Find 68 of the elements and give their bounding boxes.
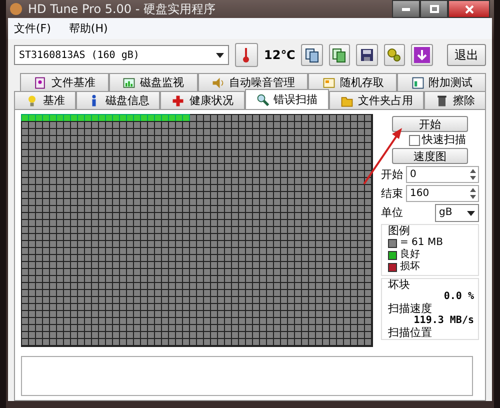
maximize-button[interactable]: [420, 0, 448, 18]
minimize-icon: [402, 8, 410, 10]
temperature-button[interactable]: [234, 43, 258, 67]
toolbar-icon: [304, 47, 320, 63]
spin-arrows-icon: [468, 168, 478, 181]
toolbar-icon: [414, 47, 430, 63]
tab[interactable]: 自动噪音管理: [198, 73, 308, 91]
speed-map-button[interactable]: 速度图: [392, 148, 468, 164]
toolbar-icon: [386, 47, 402, 63]
start-button[interactable]: 开始: [392, 116, 468, 132]
tab[interactable]: 擦除: [424, 91, 486, 109]
caret-icon: [467, 210, 475, 216]
unit-dropdown[interactable]: gB: [435, 204, 479, 222]
tab[interactable]: 基准: [14, 91, 76, 109]
legend-title: 图例: [388, 225, 411, 237]
close-icon: [464, 4, 474, 14]
tab[interactable]: 文件基准: [20, 73, 109, 91]
checkbox-label: 快速扫描: [422, 134, 466, 146]
window-title: HD Tune Pro 5.00 - 硬盘实用程序: [28, 0, 217, 18]
spin-arrows-icon: [468, 187, 478, 200]
close-button[interactable]: [448, 0, 490, 18]
maximize-icon: [430, 5, 438, 13]
field-label: 单位: [381, 207, 403, 219]
tab-icon: [33, 76, 48, 90]
tab[interactable]: 附加测试: [397, 73, 486, 91]
block-swatch-icon: [388, 238, 397, 248]
temperature-reading: 12℃: [264, 48, 296, 62]
tab-icon: [171, 94, 186, 108]
field-label: 开始: [381, 168, 403, 180]
checkbox[interactable]: [409, 134, 420, 146]
stat-label: 扫描速度: [388, 303, 433, 315]
tab-icon: [434, 94, 449, 108]
field-label: 结束: [381, 188, 403, 200]
tab-icon: [256, 92, 270, 106]
stat-label: 坏块: [388, 279, 411, 291]
tab-icon: [122, 76, 136, 90]
spin-field[interactable]: 160: [406, 185, 479, 202]
menu-item[interactable]: 文件(F): [14, 21, 51, 36]
tab[interactable]: 文件夹占用: [328, 91, 424, 109]
tab-icon: [210, 76, 225, 90]
legend-label: 损坏: [400, 261, 420, 273]
tab[interactable]: 健康状况: [160, 91, 245, 109]
tab[interactable]: 磁盘监视: [108, 73, 198, 91]
app-icon: [10, 3, 22, 15]
legend-label: 良好: [400, 249, 420, 261]
stat-label: 扫描位置: [388, 327, 433, 339]
tab[interactable]: 随机存取: [308, 73, 398, 91]
block-size-label: = 61 MB: [400, 237, 443, 248]
toolbar-icon: [331, 47, 348, 63]
toolbar-button[interactable]: [356, 44, 378, 66]
toolbar-button[interactable]: [411, 44, 433, 66]
tab-icon: [410, 76, 425, 90]
exit-button[interactable]: 退出: [446, 44, 486, 66]
stat-value: 119.3 MB/s: [414, 315, 474, 327]
drive-dropdown[interactable]: ST3160813AS (160 gB): [14, 45, 229, 65]
toolbar-button[interactable]: [328, 44, 350, 66]
tab-icon: [322, 76, 336, 90]
tab[interactable]: 磁盘信息: [76, 91, 160, 109]
toolbar-icon: [358, 47, 375, 63]
stat-value: 0.0 %: [444, 291, 474, 303]
tab[interactable]: 错误扫描: [244, 89, 329, 109]
toolbar-button[interactable]: [384, 44, 406, 66]
caret-icon: [216, 52, 224, 58]
menu-item[interactable]: 帮助(H): [68, 21, 108, 36]
spin-field[interactable]: 0: [406, 166, 479, 183]
toolbar-button[interactable]: [301, 44, 323, 66]
minimize-button[interactable]: [392, 0, 420, 18]
thermometer-icon: [242, 47, 250, 63]
